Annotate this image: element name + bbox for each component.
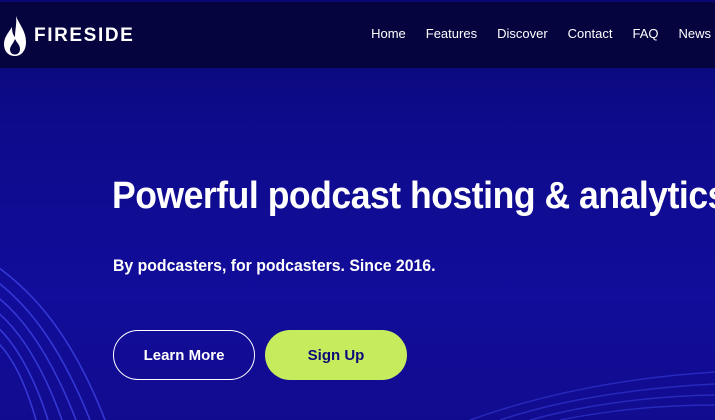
hero-subtitle: By podcasters, for podcasters. Since 201… [113,256,436,275]
learn-more-button[interactable]: Learn More [113,330,255,380]
nav-contact[interactable]: Contact [568,26,613,41]
brand-logo[interactable]: FIRESIDE [3,15,134,57]
nav-home[interactable]: Home [371,26,406,41]
navbar: FIRESIDE Home Features Discover Contact … [0,2,715,68]
hero-title: Powerful podcast hosting & analytics [112,175,715,217]
brand-name: FIRESIDE [34,25,135,46]
nav-news[interactable]: News [678,26,711,41]
nav-features[interactable]: Features [426,26,477,41]
nav-discover[interactable]: Discover [497,26,548,41]
main-nav: Home Features Discover Contact FAQ News [351,26,711,41]
sign-up-button[interactable]: Sign Up [265,330,407,380]
nav-faq[interactable]: FAQ [632,26,658,41]
page: FIRESIDE Home Features Discover Contact … [0,0,715,420]
flame-icon [4,16,26,56]
